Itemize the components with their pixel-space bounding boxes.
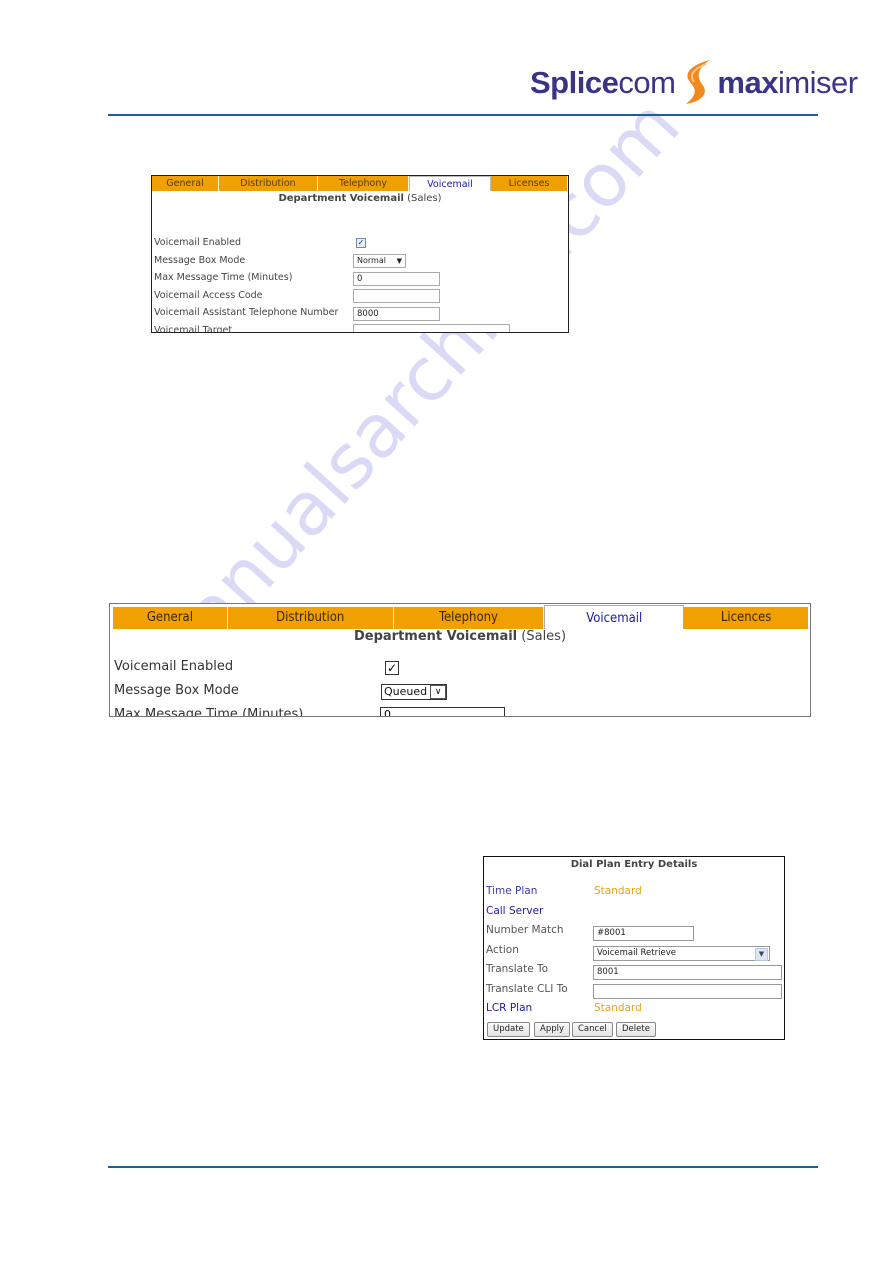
message-box-mode-select[interactable]: Queued ∨ <box>381 684 448 700</box>
lcr-plan-value[interactable]: Standard <box>594 1002 642 1014</box>
tab-bar: General Distribution Telephony Voicemail… <box>113 605 808 629</box>
message-box-mode-label: Message Box Mode <box>114 683 239 698</box>
message-box-mode-value: Queued <box>384 685 428 698</box>
header-rule <box>108 114 818 116</box>
tab-bar: General Distribution Telephony Voicemail… <box>152 176 568 191</box>
message-box-mode-value: Normal <box>357 256 386 265</box>
voicemail-target-input[interactable] <box>353 324 510 332</box>
panel-title-bold: Department Voicemail <box>353 629 518 644</box>
voicemail-access-code-input[interactable] <box>353 289 440 303</box>
message-box-mode-select[interactable]: Normal ▼ <box>353 254 406 268</box>
action-select[interactable]: Voicemail Retrieve ▼ <box>593 946 770 961</box>
cancel-button[interactable]: Cancel <box>572 1022 613 1037</box>
max-message-time-input[interactable]: 0 <box>353 272 440 286</box>
logo-text-splice: Splice <box>530 65 619 100</box>
logo-text-max: max <box>717 65 778 100</box>
time-plan-label: Time Plan <box>486 885 538 897</box>
panel-title: Department Voicemail (Sales) <box>152 193 568 204</box>
lcr-plan-label[interactable]: LCR Plan <box>486 1002 532 1014</box>
tab-telephony[interactable]: Telephony <box>318 176 409 191</box>
logo-swoosh-icon <box>686 60 711 104</box>
max-message-time-label: Max Message Time (Minutes) <box>154 272 293 283</box>
chevron-down-icon: ▼ <box>755 948 768 961</box>
tab-licenses[interactable]: Licenses <box>491 176 567 191</box>
tab-general[interactable]: General <box>113 607 228 629</box>
tab-distribution[interactable]: Distribution <box>219 176 318 191</box>
translate-to-label: Translate To <box>486 963 549 975</box>
max-message-time-input[interactable]: 0 <box>380 707 505 716</box>
dial-plan-title: Dial Plan Entry Details <box>570 859 698 870</box>
tab-voicemail[interactable]: Voicemail <box>544 605 685 629</box>
dropdown-arrow-icon: ▼ <box>396 257 402 265</box>
call-server-label[interactable]: Call Server <box>486 905 543 917</box>
splicecom-maximiser-logo: Splice com max imiser <box>530 58 858 108</box>
chevron-down-icon: ∨ <box>430 685 447 699</box>
panel-title: Department Voicemail (Sales) <box>110 629 810 644</box>
tab-licences[interactable]: Licences <box>684 607 808 629</box>
department-voicemail-panel-large: General Distribution Telephony Voicemail… <box>109 603 811 717</box>
panel-title-suffix: (Sales) <box>517 629 567 644</box>
number-match-input[interactable]: #8001 <box>593 926 694 941</box>
panel-title-bold: Department Voicemail <box>278 193 404 204</box>
voicemail-enabled-label: Voicemail Enabled <box>154 237 242 248</box>
max-message-time-label: Max Message Time (Minutes) <box>114 707 304 717</box>
tab-telephony[interactable]: Telephony <box>393 607 545 629</box>
panel-title-suffix: (Sales) <box>403 193 442 204</box>
action-value: Voicemail Retrieve <box>597 948 676 958</box>
voicemail-enabled-label: Voicemail Enabled <box>114 659 234 674</box>
dial-plan-entry-panel: Dial Plan Entry Details Time Plan Standa… <box>483 856 785 1040</box>
time-plan-value[interactable]: Standard <box>594 885 642 897</box>
tab-distribution[interactable]: Distribution <box>227 607 394 629</box>
tab-voicemail[interactable]: Voicemail <box>409 176 491 191</box>
assistant-telephone-number-input[interactable]: 8000 <box>353 307 440 321</box>
voicemail-target-label: Voicemail Target <box>154 325 233 333</box>
voicemail-access-code-label: Voicemail Access Code <box>154 290 263 301</box>
update-button[interactable]: Update <box>487 1022 530 1037</box>
department-voicemail-panel-small: General Distribution Telephony Voicemail… <box>151 175 569 333</box>
footer-rule <box>108 1166 818 1168</box>
action-label: Action <box>486 944 519 956</box>
delete-button[interactable]: Delete <box>616 1022 656 1037</box>
logo-text-imiser: imiser <box>777 65 858 100</box>
voicemail-enabled-checkbox[interactable]: ✓ <box>356 238 366 248</box>
assistant-telephone-number-label: Voicemail Assistant Telephone Number <box>154 307 339 318</box>
translate-cli-to-label: Translate CLI To <box>486 983 568 995</box>
translate-cli-to-input[interactable] <box>593 984 782 999</box>
apply-button[interactable]: Apply <box>534 1022 570 1037</box>
logo-text-com: com <box>618 65 676 100</box>
voicemail-enabled-checkbox[interactable]: ✓ <box>385 661 399 675</box>
message-box-mode-label: Message Box Mode <box>154 255 246 266</box>
translate-to-input[interactable]: 8001 <box>593 965 782 980</box>
tab-general[interactable]: General <box>152 176 219 191</box>
number-match-label: Number Match <box>486 924 564 936</box>
